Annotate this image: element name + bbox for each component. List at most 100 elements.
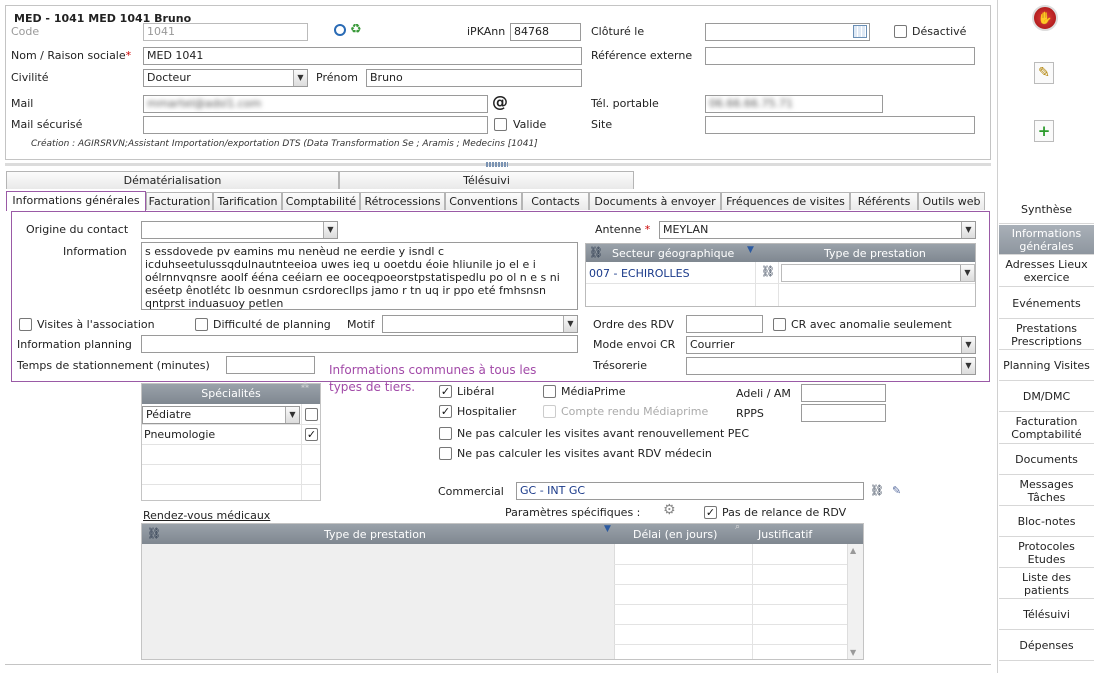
sidebar-item-depenses[interactable]: Dépenses	[999, 631, 1094, 661]
specialite-checkbox[interactable]	[305, 408, 318, 421]
calendar-icon[interactable]	[853, 25, 867, 38]
desactive-checkbox[interactable]	[894, 25, 907, 38]
edit-note-icon[interactable]: ✎	[1034, 62, 1054, 84]
liberal-checkbox[interactable]: ✓	[439, 385, 452, 398]
valide-checkbox[interactable]	[494, 118, 507, 131]
tab-referents[interactable]: Référents	[850, 192, 918, 210]
mode-envoi-select[interactable]: Courrier ▼	[686, 336, 976, 354]
type-prestation-select[interactable]: ▼	[781, 264, 975, 282]
sidebar-item-protocoles[interactable]: Protocoles Etudes	[999, 538, 1094, 568]
information-textarea[interactable]: s essdovede pv eamins mu nenèud ne eerdi…	[141, 242, 578, 310]
secteur-value[interactable]: 007 - ECHIROLLES	[589, 267, 690, 280]
tab-contacts[interactable]: Contacts	[522, 192, 589, 210]
pas-relance-checkbox[interactable]: ✓	[704, 506, 717, 519]
antenne-select[interactable]: MEYLAN ▼	[659, 221, 976, 239]
gear-icon[interactable]: ⚙	[663, 502, 676, 518]
sidebar-item-adresses[interactable]: Adresses Lieux exercice	[999, 256, 1094, 287]
rdv-col-justif[interactable]: Justificatif	[758, 528, 812, 541]
type-prestation-header[interactable]: Type de prestation	[824, 247, 926, 260]
sidebar-item-messages[interactable]: Messages Tâches	[999, 476, 1094, 506]
origine-select[interactable]: ▼	[141, 221, 338, 239]
specialite-checkbox[interactable]: ✓	[305, 428, 318, 441]
filter-icon[interactable]: ▼	[747, 245, 754, 255]
tel-field[interactable]: 06.66.66.75.71	[705, 95, 883, 113]
specialites-header[interactable]: Spécialités	[142, 384, 320, 404]
filter-icon[interactable]: ▼	[604, 524, 611, 534]
info-planning-field[interactable]	[141, 335, 578, 353]
difficulte-planning-checkbox[interactable]	[195, 318, 208, 331]
chevron-down-icon: ▼	[323, 222, 337, 238]
sidebar-item-prestations[interactable]: Prestations Prescriptions	[999, 320, 1094, 350]
sidebar-item-liste-patients[interactable]: Liste des patients	[999, 569, 1094, 599]
cr-anomalie-checkbox[interactable]	[773, 318, 786, 331]
tab-outils-web[interactable]: Outils web	[918, 192, 985, 210]
stop-hand-icon[interactable]: ✋	[1032, 5, 1058, 31]
hospitalier-checkbox[interactable]: ✓	[439, 405, 452, 418]
ipkann-field[interactable]: 84768	[510, 23, 581, 41]
rdv-col-type[interactable]: Type de prestation	[324, 528, 426, 541]
mediaprime-checkbox[interactable]	[543, 385, 556, 398]
tab-informations-generales[interactable]: Informations générales	[6, 191, 146, 211]
sidebar-item-telesuivi[interactable]: Télésuivi	[999, 600, 1094, 630]
add-document-icon[interactable]: +	[1034, 120, 1054, 142]
sidebar-item-informations-generales[interactable]: Informations générales	[999, 225, 1094, 255]
ordre-rdv-field[interactable]	[686, 315, 763, 333]
sidebar-item-evenements[interactable]: Evénements	[999, 288, 1094, 319]
rdv-medicaux-link[interactable]: Rendez-vous médicaux	[143, 509, 270, 522]
sort-icon[interactable]: ⁂	[301, 381, 309, 390]
tab-tarification[interactable]: Tarification	[213, 192, 282, 210]
temps-stationnement-field[interactable]	[226, 356, 315, 374]
secteur-header[interactable]: Secteur géographique	[612, 247, 734, 260]
tab-telesuivi[interactable]: Télésuivi	[339, 171, 634, 189]
splitter-grip-icon[interactable]	[486, 162, 508, 167]
sidebar-item-dm-dmc[interactable]: DM/DMC	[999, 382, 1094, 412]
binoculars-icon[interactable]: ⛓	[147, 527, 161, 540]
eraser-icon[interactable]: ✎	[892, 484, 901, 497]
site-field[interactable]	[705, 116, 975, 134]
rpps-field[interactable]	[801, 404, 886, 422]
tab-conventions[interactable]: Conventions	[445, 192, 522, 210]
tab-retrocessions[interactable]: Rétrocessions	[360, 192, 445, 210]
visites-association-checkbox[interactable]	[19, 318, 32, 331]
tab-frequences-visites[interactable]: Fréquences de visites	[721, 192, 850, 210]
binoculars-icon[interactable]: ⛓	[589, 246, 603, 259]
sidebar-item-bloc-notes[interactable]: Bloc-notes	[999, 507, 1094, 537]
mail-field[interactable]: mmartel@adsl1.com	[143, 95, 488, 113]
code-field[interactable]: 1041	[143, 23, 308, 41]
ref-externe-field[interactable]	[705, 47, 975, 65]
clock-icon[interactable]	[334, 24, 346, 36]
binoculars-icon[interactable]: ⛓	[870, 484, 884, 497]
civilite-select[interactable]: Docteur ▼	[143, 69, 308, 87]
sidebar-item-documents[interactable]: Documents	[999, 445, 1094, 475]
scroll-down-icon[interactable]: ▼	[850, 648, 856, 657]
prenom-field[interactable]: Bruno	[366, 69, 582, 87]
tresorerie-select[interactable]: ▼	[686, 357, 976, 375]
commercial-field[interactable]: GC - INT GC	[516, 482, 864, 500]
tab-comptabilite[interactable]: Comptabilité	[282, 192, 360, 210]
specialite-row-select[interactable]: Pédiatre ▼	[142, 406, 300, 424]
rdv-grid-scrollbar[interactable]	[847, 544, 863, 659]
mail-secu-field[interactable]	[143, 116, 488, 134]
search-icon[interactable]: ⌕	[735, 522, 740, 532]
cloture-date-field[interactable]	[705, 23, 870, 41]
rdv-col-delai[interactable]: Délai (en jours)	[633, 528, 717, 541]
sidebar-item-planning[interactable]: Planning Visites	[999, 351, 1094, 381]
adeli-field[interactable]	[801, 384, 886, 402]
nom-field[interactable]: MED 1041	[143, 47, 582, 65]
specialite-name[interactable]: Pneumologie	[144, 428, 215, 441]
binoculars-icon[interactable]: ⛓	[761, 265, 775, 278]
send-mail-icon[interactable]: @	[492, 92, 508, 111]
motif-select[interactable]: ▼	[382, 315, 578, 333]
scroll-up-icon[interactable]: ▲	[850, 546, 856, 555]
sidebar-item-synthese[interactable]: Synthèse	[999, 195, 1094, 224]
compte-rendu-checkbox[interactable]	[543, 405, 556, 418]
ne-pas-pec-checkbox[interactable]	[439, 427, 452, 440]
recycle-icon[interactable]: ♻	[350, 22, 362, 37]
tab-documents-a-envoyer[interactable]: Documents à envoyer	[589, 192, 721, 210]
tab-dematerialisation[interactable]: Dématérialisation	[6, 171, 339, 189]
tab-facturation[interactable]: Facturation	[146, 192, 213, 210]
ne-pas-rdv-checkbox[interactable]	[439, 447, 452, 460]
mode-envoi-value: Courrier	[690, 338, 735, 351]
params-specifiques-label: Paramètres spécifiques :	[505, 506, 641, 519]
sidebar-item-facturation[interactable]: Facturation Comptabilité	[999, 413, 1094, 444]
